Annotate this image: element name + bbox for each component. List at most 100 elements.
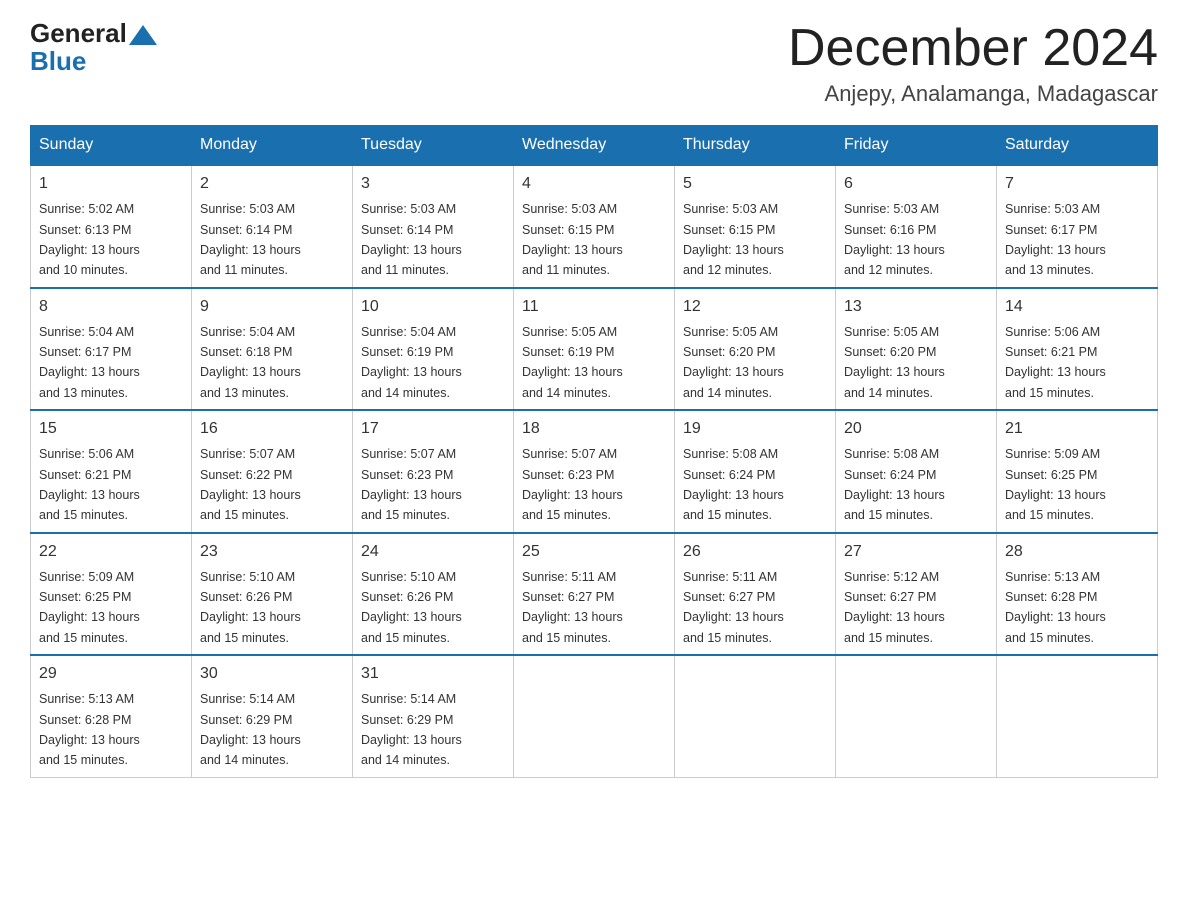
calendar-cell: 10 Sunrise: 5:04 AMSunset: 6:19 PMDaylig… bbox=[353, 288, 514, 411]
calendar-cell: 12 Sunrise: 5:05 AMSunset: 6:20 PMDaylig… bbox=[675, 288, 836, 411]
day-number: 9 bbox=[200, 295, 344, 319]
day-number: 21 bbox=[1005, 417, 1149, 441]
day-info: Sunrise: 5:14 AMSunset: 6:29 PMDaylight:… bbox=[361, 692, 462, 767]
day-number: 7 bbox=[1005, 172, 1149, 196]
calendar-cell: 26 Sunrise: 5:11 AMSunset: 6:27 PMDaylig… bbox=[675, 533, 836, 656]
calendar-cell: 28 Sunrise: 5:13 AMSunset: 6:28 PMDaylig… bbox=[997, 533, 1158, 656]
day-info: Sunrise: 5:09 AMSunset: 6:25 PMDaylight:… bbox=[39, 570, 140, 645]
day-info: Sunrise: 5:04 AMSunset: 6:18 PMDaylight:… bbox=[200, 325, 301, 400]
day-number: 26 bbox=[683, 540, 827, 564]
day-number: 8 bbox=[39, 295, 183, 319]
day-number: 10 bbox=[361, 295, 505, 319]
day-info: Sunrise: 5:12 AMSunset: 6:27 PMDaylight:… bbox=[844, 570, 945, 645]
day-number: 18 bbox=[522, 417, 666, 441]
calendar-cell: 15 Sunrise: 5:06 AMSunset: 6:21 PMDaylig… bbox=[31, 410, 192, 533]
day-info: Sunrise: 5:13 AMSunset: 6:28 PMDaylight:… bbox=[1005, 570, 1106, 645]
day-number: 2 bbox=[200, 172, 344, 196]
calendar-cell: 1 Sunrise: 5:02 AMSunset: 6:13 PMDayligh… bbox=[31, 165, 192, 288]
calendar-cell: 23 Sunrise: 5:10 AMSunset: 6:26 PMDaylig… bbox=[192, 533, 353, 656]
day-number: 23 bbox=[200, 540, 344, 564]
day-number: 25 bbox=[522, 540, 666, 564]
day-info: Sunrise: 5:06 AMSunset: 6:21 PMDaylight:… bbox=[1005, 325, 1106, 400]
calendar-cell: 7 Sunrise: 5:03 AMSunset: 6:17 PMDayligh… bbox=[997, 165, 1158, 288]
location-title: Anjepy, Analamanga, Madagascar bbox=[788, 81, 1158, 107]
logo-area: General Blue bbox=[30, 20, 159, 77]
day-info: Sunrise: 5:05 AMSunset: 6:20 PMDaylight:… bbox=[683, 325, 784, 400]
day-info: Sunrise: 5:06 AMSunset: 6:21 PMDaylight:… bbox=[39, 447, 140, 522]
day-number: 31 bbox=[361, 662, 505, 686]
day-info: Sunrise: 5:05 AMSunset: 6:19 PMDaylight:… bbox=[522, 325, 623, 400]
day-number: 27 bbox=[844, 540, 988, 564]
calendar-cell: 19 Sunrise: 5:08 AMSunset: 6:24 PMDaylig… bbox=[675, 410, 836, 533]
day-info: Sunrise: 5:04 AMSunset: 6:19 PMDaylight:… bbox=[361, 325, 462, 400]
day-number: 15 bbox=[39, 417, 183, 441]
day-info: Sunrise: 5:03 AMSunset: 6:14 PMDaylight:… bbox=[361, 202, 462, 277]
day-info: Sunrise: 5:07 AMSunset: 6:23 PMDaylight:… bbox=[361, 447, 462, 522]
calendar-cell: 6 Sunrise: 5:03 AMSunset: 6:16 PMDayligh… bbox=[836, 165, 997, 288]
logo-triangle-icon bbox=[129, 25, 157, 45]
day-number: 6 bbox=[844, 172, 988, 196]
day-info: Sunrise: 5:03 AMSunset: 6:14 PMDaylight:… bbox=[200, 202, 301, 277]
day-info: Sunrise: 5:10 AMSunset: 6:26 PMDaylight:… bbox=[361, 570, 462, 645]
calendar-cell: 31 Sunrise: 5:14 AMSunset: 6:29 PMDaylig… bbox=[353, 655, 514, 777]
day-info: Sunrise: 5:07 AMSunset: 6:22 PMDaylight:… bbox=[200, 447, 301, 522]
day-number: 22 bbox=[39, 540, 183, 564]
calendar-cell: 9 Sunrise: 5:04 AMSunset: 6:18 PMDayligh… bbox=[192, 288, 353, 411]
day-info: Sunrise: 5:14 AMSunset: 6:29 PMDaylight:… bbox=[200, 692, 301, 767]
day-number: 20 bbox=[844, 417, 988, 441]
day-info: Sunrise: 5:05 AMSunset: 6:20 PMDaylight:… bbox=[844, 325, 945, 400]
title-area: December 2024 Anjepy, Analamanga, Madaga… bbox=[788, 20, 1158, 107]
day-number: 29 bbox=[39, 662, 183, 686]
calendar-cell: 4 Sunrise: 5:03 AMSunset: 6:15 PMDayligh… bbox=[514, 165, 675, 288]
calendar-cell bbox=[514, 655, 675, 777]
day-info: Sunrise: 5:03 AMSunset: 6:15 PMDaylight:… bbox=[683, 202, 784, 277]
logo-blue: Blue bbox=[30, 46, 86, 77]
calendar-cell: 5 Sunrise: 5:03 AMSunset: 6:15 PMDayligh… bbox=[675, 165, 836, 288]
calendar-cell: 3 Sunrise: 5:03 AMSunset: 6:14 PMDayligh… bbox=[353, 165, 514, 288]
calendar-cell: 21 Sunrise: 5:09 AMSunset: 6:25 PMDaylig… bbox=[997, 410, 1158, 533]
calendar-cell: 11 Sunrise: 5:05 AMSunset: 6:19 PMDaylig… bbox=[514, 288, 675, 411]
calendar-cell: 29 Sunrise: 5:13 AMSunset: 6:28 PMDaylig… bbox=[31, 655, 192, 777]
day-number: 14 bbox=[1005, 295, 1149, 319]
logo: General bbox=[30, 20, 159, 46]
calendar-week-row: 1 Sunrise: 5:02 AMSunset: 6:13 PMDayligh… bbox=[31, 165, 1158, 288]
calendar-cell bbox=[675, 655, 836, 777]
month-title: December 2024 bbox=[788, 20, 1158, 77]
calendar-cell bbox=[997, 655, 1158, 777]
calendar-cell: 14 Sunrise: 5:06 AMSunset: 6:21 PMDaylig… bbox=[997, 288, 1158, 411]
calendar-week-row: 29 Sunrise: 5:13 AMSunset: 6:28 PMDaylig… bbox=[31, 655, 1158, 777]
calendar-week-row: 22 Sunrise: 5:09 AMSunset: 6:25 PMDaylig… bbox=[31, 533, 1158, 656]
calendar-week-row: 8 Sunrise: 5:04 AMSunset: 6:17 PMDayligh… bbox=[31, 288, 1158, 411]
calendar-cell: 22 Sunrise: 5:09 AMSunset: 6:25 PMDaylig… bbox=[31, 533, 192, 656]
calendar-week-row: 15 Sunrise: 5:06 AMSunset: 6:21 PMDaylig… bbox=[31, 410, 1158, 533]
day-number: 3 bbox=[361, 172, 505, 196]
day-info: Sunrise: 5:09 AMSunset: 6:25 PMDaylight:… bbox=[1005, 447, 1106, 522]
day-info: Sunrise: 5:03 AMSunset: 6:15 PMDaylight:… bbox=[522, 202, 623, 277]
logo-general: General bbox=[30, 20, 127, 46]
weekday-header-saturday: Saturday bbox=[997, 126, 1158, 166]
day-number: 1 bbox=[39, 172, 183, 196]
day-info: Sunrise: 5:10 AMSunset: 6:26 PMDaylight:… bbox=[200, 570, 301, 645]
header: General Blue December 2024 Anjepy, Anala… bbox=[30, 20, 1158, 107]
weekday-header-monday: Monday bbox=[192, 126, 353, 166]
day-number: 19 bbox=[683, 417, 827, 441]
day-number: 12 bbox=[683, 295, 827, 319]
day-info: Sunrise: 5:13 AMSunset: 6:28 PMDaylight:… bbox=[39, 692, 140, 767]
day-info: Sunrise: 5:03 AMSunset: 6:16 PMDaylight:… bbox=[844, 202, 945, 277]
day-info: Sunrise: 5:04 AMSunset: 6:17 PMDaylight:… bbox=[39, 325, 140, 400]
day-info: Sunrise: 5:03 AMSunset: 6:17 PMDaylight:… bbox=[1005, 202, 1106, 277]
calendar-cell: 16 Sunrise: 5:07 AMSunset: 6:22 PMDaylig… bbox=[192, 410, 353, 533]
calendar-cell: 17 Sunrise: 5:07 AMSunset: 6:23 PMDaylig… bbox=[353, 410, 514, 533]
calendar-table: SundayMondayTuesdayWednesdayThursdayFrid… bbox=[30, 125, 1158, 778]
day-number: 24 bbox=[361, 540, 505, 564]
calendar-cell: 2 Sunrise: 5:03 AMSunset: 6:14 PMDayligh… bbox=[192, 165, 353, 288]
day-info: Sunrise: 5:08 AMSunset: 6:24 PMDaylight:… bbox=[683, 447, 784, 522]
day-number: 17 bbox=[361, 417, 505, 441]
day-info: Sunrise: 5:11 AMSunset: 6:27 PMDaylight:… bbox=[683, 570, 784, 645]
weekday-header-wednesday: Wednesday bbox=[514, 126, 675, 166]
day-info: Sunrise: 5:07 AMSunset: 6:23 PMDaylight:… bbox=[522, 447, 623, 522]
weekday-header-friday: Friday bbox=[836, 126, 997, 166]
calendar-cell: 13 Sunrise: 5:05 AMSunset: 6:20 PMDaylig… bbox=[836, 288, 997, 411]
day-number: 30 bbox=[200, 662, 344, 686]
day-number: 16 bbox=[200, 417, 344, 441]
